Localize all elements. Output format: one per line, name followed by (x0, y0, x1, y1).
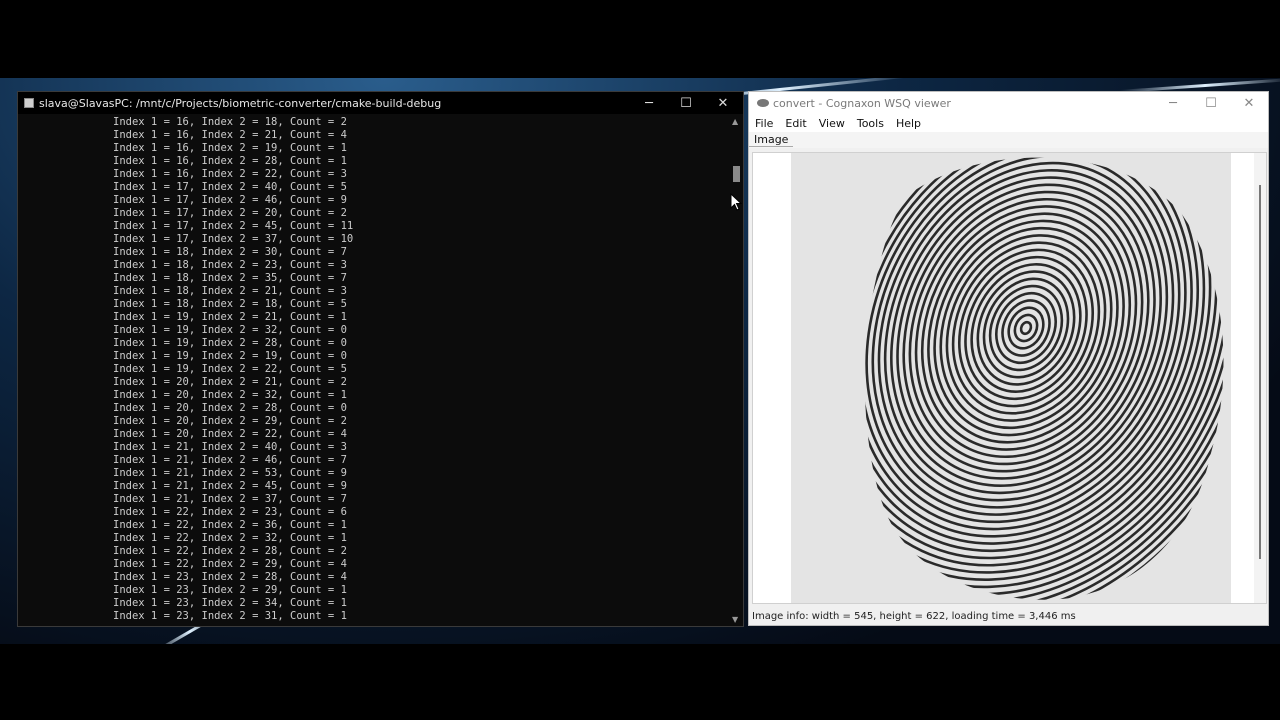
scroll-down-icon[interactable]: ▼ (732, 615, 738, 624)
terminal-scrollbar[interactable]: ▲ ▼ (730, 114, 743, 626)
terminal-line: Index 1 = 18, Index 2 = 30, Count = 7 (113, 246, 347, 258)
terminal-line: Index 1 = 19, Index 2 = 28, Count = 0 (113, 337, 347, 349)
terminal-line: Index 1 = 16, Index 2 = 19, Count = 1 (113, 142, 347, 154)
scroll-up-icon[interactable]: ▲ (732, 117, 738, 126)
terminal-line: Index 1 = 20, Index 2 = 29, Count = 2 (113, 415, 347, 427)
eye-icon (757, 99, 769, 107)
terminal-line: Index 1 = 22, Index 2 = 28, Count = 2 (113, 545, 347, 557)
terminal-line: Index 1 = 23, Index 2 = 31, Count = 1 (113, 610, 347, 622)
terminal-line: Index 1 = 21, Index 2 = 37, Count = 7 (113, 493, 347, 505)
menu-bar: File Edit View Tools Help (749, 114, 1268, 132)
maximize-button[interactable]: ☐ (1192, 92, 1230, 114)
terminal-line: Index 1 = 16, Index 2 = 28, Count = 1 (113, 155, 347, 167)
terminal-line: Index 1 = 20, Index 2 = 22, Count = 4 (113, 428, 347, 440)
minimize-button[interactable]: ─ (630, 92, 668, 114)
image-scrollbar[interactable] (1254, 153, 1266, 603)
terminal-line: Index 1 = 16, Index 2 = 21, Count = 4 (113, 129, 347, 141)
menu-edit[interactable]: Edit (779, 117, 812, 130)
image-area[interactable] (752, 152, 1267, 604)
terminal-line: Index 1 = 23, Index 2 = 29, Count = 1 (113, 584, 347, 596)
terminal-line: Index 1 = 22, Index 2 = 32, Count = 1 (113, 532, 347, 544)
tab-row: Image (749, 132, 1268, 148)
terminal-line: Index 1 = 19, Index 2 = 22, Count = 5 (113, 363, 347, 375)
viewer-title: convert - Cognaxon WSQ viewer (773, 96, 951, 110)
terminal-line: Index 1 = 16, Index 2 = 18, Count = 2 (113, 116, 347, 128)
terminal-line: Index 1 = 17, Index 2 = 37, Count = 10 (113, 233, 354, 245)
terminal-line: Index 1 = 18, Index 2 = 35, Count = 7 (113, 272, 347, 284)
terminal-line: Index 1 = 21, Index 2 = 45, Count = 9 (113, 480, 347, 492)
terminal-line: Index 1 = 22, Index 2 = 23, Count = 6 (113, 506, 347, 518)
tab-image[interactable]: Image (749, 133, 794, 147)
terminal-line: Index 1 = 21, Index 2 = 53, Count = 9 (113, 467, 347, 479)
viewer-titlebar[interactable]: convert - Cognaxon WSQ viewer ─ ☐ ✕ (749, 92, 1268, 114)
status-bar: Image info: width = 545, height = 622, l… (752, 611, 1076, 622)
maximize-button[interactable]: ☐ (667, 92, 705, 114)
scrollbar-thumb[interactable] (733, 166, 740, 182)
terminal-line: Index 1 = 19, Index 2 = 19, Count = 0 (113, 350, 347, 362)
terminal-line: Index 1 = 17, Index 2 = 45, Count = 11 (113, 220, 354, 232)
terminal-line: Index 1 = 23, Index 2 = 34, Count = 1 (113, 597, 347, 609)
close-button[interactable]: ✕ (704, 92, 742, 114)
terminal-line: Index 1 = 21, Index 2 = 40, Count = 3 (113, 441, 347, 453)
terminal-line: Index 1 = 17, Index 2 = 46, Count = 9 (113, 194, 347, 206)
fingerprint-image (791, 153, 1231, 603)
terminal-title: slava@SlavasPC: /mnt/c/Projects/biometri… (39, 96, 442, 110)
fingerprint-graphic (791, 153, 1231, 603)
terminal-line: Index 1 = 21, Index 2 = 46, Count = 7 (113, 454, 347, 466)
terminal-line: Index 1 = 20, Index 2 = 21, Count = 2 (113, 376, 347, 388)
wsq-viewer-window[interactable]: convert - Cognaxon WSQ viewer ─ ☐ ✕ File… (748, 91, 1269, 626)
menu-help[interactable]: Help (890, 117, 927, 130)
close-button[interactable]: ✕ (1230, 92, 1268, 114)
terminal-line: Index 1 = 18, Index 2 = 18, Count = 5 (113, 298, 347, 310)
terminal-window[interactable]: slava@SlavasPC: /mnt/c/Projects/biometri… (17, 91, 744, 627)
terminal-line: Index 1 = 20, Index 2 = 32, Count = 1 (113, 389, 347, 401)
minimize-button[interactable]: ─ (1154, 92, 1192, 114)
menu-view[interactable]: View (813, 117, 851, 130)
terminal-line: Index 1 = 23, Index 2 = 28, Count = 4 (113, 571, 347, 583)
terminal-line: Index 1 = 17, Index 2 = 40, Count = 5 (113, 181, 347, 193)
terminal-line: Index 1 = 19, Index 2 = 32, Count = 0 (113, 324, 347, 336)
terminal-line: Index 1 = 20, Index 2 = 28, Count = 0 (113, 402, 347, 414)
menu-tools[interactable]: Tools (851, 117, 890, 130)
terminal-titlebar[interactable]: slava@SlavasPC: /mnt/c/Projects/biometri… (18, 92, 743, 114)
mouse-cursor-icon (730, 193, 742, 211)
terminal-line: Index 1 = 22, Index 2 = 29, Count = 4 (113, 558, 347, 570)
terminal-line: Index 1 = 22, Index 2 = 36, Count = 1 (113, 519, 347, 531)
terminal-icon (24, 98, 34, 108)
terminal-line: Index 1 = 18, Index 2 = 23, Count = 3 (113, 259, 347, 271)
terminal-output[interactable]: Index 1 = 16, Index 2 = 18, Count = 2 Ind… (18, 114, 730, 626)
menu-file[interactable]: File (749, 117, 779, 130)
scrollbar-thumb[interactable] (1259, 185, 1261, 559)
terminal-line: Index 1 = 18, Index 2 = 21, Count = 3 (113, 285, 347, 297)
terminal-line: Index 1 = 19, Index 2 = 21, Count = 1 (113, 311, 347, 323)
terminal-line: Index 1 = 16, Index 2 = 22, Count = 3 (113, 168, 347, 180)
terminal-line: Index 1 = 17, Index 2 = 20, Count = 2 (113, 207, 347, 219)
